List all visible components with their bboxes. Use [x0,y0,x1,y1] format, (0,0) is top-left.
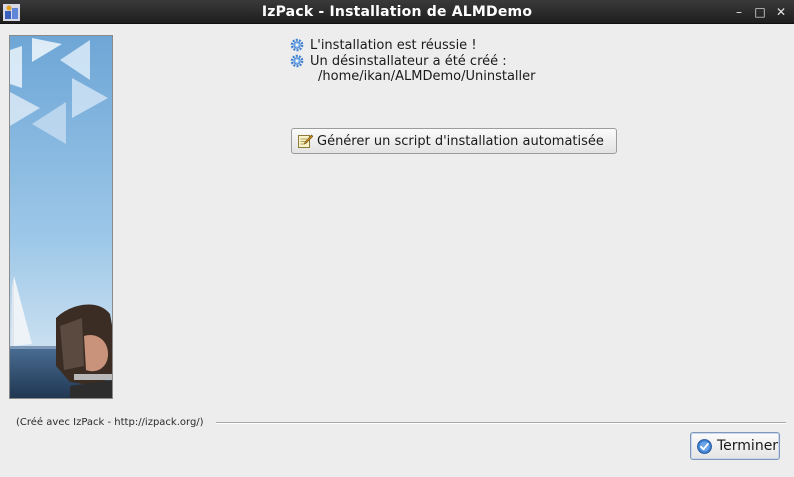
gear-icon [290,38,304,52]
pencil-note-icon [298,134,313,148]
generate-automated-script-label: Générer un script d'installation automat… [317,133,604,149]
uninstaller-message: Un désinstallateur a été créé : [290,53,507,69]
uninstaller-message-text: Un désinstallateur a été créé : [310,53,507,69]
close-button[interactable]: ✕ [772,3,790,21]
gear-icon [290,54,304,68]
window-titlebar: IzPack - Installation de ALMDemo – □ ✕ [0,0,794,24]
window-title: IzPack - Installation de ALMDemo [261,4,533,20]
finish-label: Terminer [717,438,779,454]
uninstaller-path: /home/ikan/ALMDemo/Uninstaller [318,69,536,84]
footer-separator [216,422,786,424]
success-message: L'installation est réussie ! [290,37,477,53]
generate-automated-script-button[interactable]: Générer un script d'installation automat… [291,128,617,154]
minimize-button[interactable]: – [730,3,748,21]
installer-side-image [9,35,113,399]
maximize-button[interactable]: □ [751,3,769,21]
checkmark-icon [697,438,712,454]
finish-button[interactable]: Terminer [690,432,780,460]
izpack-credit: (Créé avec IzPack - http://izpack.org/) [16,417,208,428]
success-message-text: L'installation est réussie ! [310,37,477,53]
